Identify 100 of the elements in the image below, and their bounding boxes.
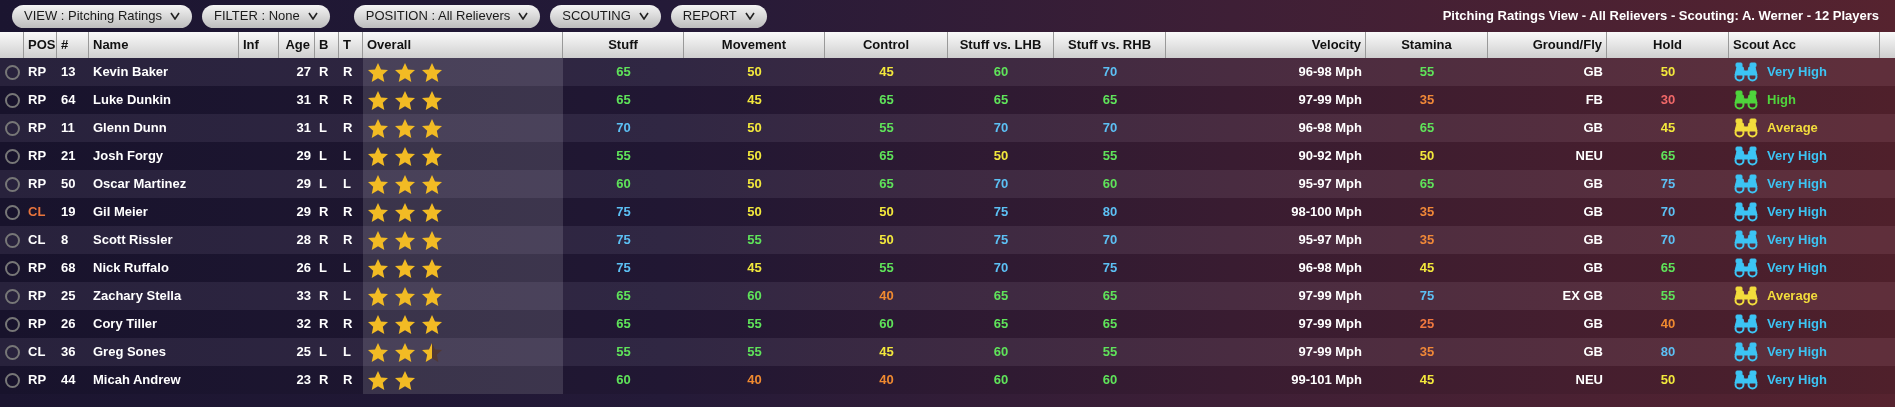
rating-value: 75 [616,231,631,250]
rating-value: 55 [747,343,762,362]
player-row[interactable]: RP 64 Luke Dunkin 31 R R 65 45 65 65 65 97-99 Mph 35 FB 30 High [0,86,1895,114]
dropdown-menu[interactable]: POSITION : All Relievers [353,4,541,28]
position-text: RP [28,371,47,390]
radio-button[interactable] [4,64,20,80]
rating-value: 65 [993,287,1009,306]
radio-button[interactable] [4,148,20,164]
bats-text: L [319,259,327,278]
rating-value: 65 [616,287,631,306]
ground-fly-text: GB [1583,119,1603,138]
rating-value: 70 [993,119,1009,138]
dropdown-menu[interactable]: FILTER : None [202,4,330,28]
dropdown-menu[interactable]: REPORT [670,4,767,28]
column-header[interactable]: Movement [684,32,825,58]
position-text: RP [28,119,47,138]
player-row[interactable]: RP 50 Oscar Martinez 29 L L 60 50 65 70 60 95-97 Mph 65 GB 75 Very High [0,170,1895,198]
player-row[interactable]: RP 68 Nick Ruffalo 26 L L 75 45 55 70 75 96-98 Mph 45 GB 65 Very High [0,254,1895,282]
hold-value: 75 [1660,175,1676,194]
player-name[interactable]: Luke Dunkin [93,90,171,110]
player-name[interactable]: Cory Tiller [93,314,158,334]
player-row[interactable]: CL 19 Gil Meier 29 R R 75 50 50 75 80 98-100 Mph 35 GB 70 Very High [0,198,1895,226]
player-row[interactable]: RP 11 Glenn Dunn 31 L R 70 50 55 70 70 96-98 Mph 65 GB 45 Average [0,114,1895,142]
jersey-number: 36 [61,343,76,362]
dropdown-menu[interactable]: VIEW : Pitching Ratings [12,4,192,28]
player-row[interactable]: RP 44 Micah Andrew 23 R R 60 40 40 60 60 99-101 Mph 45 NEU 50 Very High [0,366,1895,394]
player-name[interactable]: Josh Forgy [93,146,164,166]
stamina-value: 35 [1419,91,1435,110]
column-header[interactable]: Stuff [563,32,684,58]
player-name[interactable]: Greg Sones [93,342,166,362]
stamina-value: 65 [1419,175,1435,194]
radio-button[interactable] [4,316,20,332]
player-name[interactable]: Scott Rissler [93,230,173,250]
player-name[interactable]: Gil Meier [93,202,148,222]
column-header[interactable]: Name [89,32,239,58]
column-header[interactable]: Scout Acc [1729,32,1880,58]
bats-text: R [319,287,329,306]
radio-button[interactable] [4,92,20,108]
star-icon [394,257,416,279]
hold-value: 70 [1660,203,1676,222]
star-icon [367,89,389,111]
velocity-text: 96-98 Mph [1298,259,1362,278]
column-header[interactable]: Ground/Fly [1488,32,1607,58]
throws-text: R [343,91,353,110]
column-header[interactable]: T [339,32,363,58]
star-icon [421,257,443,279]
column-header[interactable]: Overall [363,32,563,58]
radio-button[interactable] [4,288,20,304]
dropdown-menu[interactable]: SCOUTING [550,4,661,28]
column-header[interactable]: Age [279,32,315,58]
column-header[interactable]: Hold [1607,32,1729,58]
radio-button[interactable] [4,260,20,276]
rating-value: 60 [1102,371,1118,390]
column-header[interactable]: Velocity [1166,32,1366,58]
age-text: 31 [296,91,311,110]
player-row[interactable]: RP 21 Josh Forgy 29 L L 55 50 65 50 55 90-92 Mph 50 NEU 65 Very High [0,142,1895,170]
radio-button[interactable] [4,232,20,248]
bats-text: R [319,203,329,222]
rating-value: 65 [879,175,894,194]
player-name[interactable]: Zachary Stella [93,286,182,306]
scout-accuracy: Very High [1767,371,1827,390]
radio-button[interactable] [4,344,20,360]
column-header[interactable]: POS [24,32,57,58]
star-icon [421,145,443,167]
radio-button[interactable] [4,176,20,192]
column-header[interactable]: # [57,32,89,58]
player-row[interactable]: CL 36 Greg Sones 25 L L 55 55 45 60 55 97-99 Mph 35 GB 80 Very High [0,338,1895,366]
age-text: 23 [296,371,311,390]
view-summary: Pitching Ratings View - All Relievers - Scouting: A. Werner - 12 Players [1442,7,1879,26]
column-header[interactable]: Stuff vs. RHB [1054,32,1166,58]
rating-value: 50 [747,175,762,194]
rating-value: 45 [747,259,762,278]
player-name[interactable]: Nick Ruffalo [93,258,169,278]
rating-value: 65 [993,315,1009,334]
player-name[interactable]: Oscar Martinez [93,174,187,194]
column-header[interactable]: Inf [239,32,279,58]
player-name[interactable]: Glenn Dunn [93,118,167,138]
star-icon [421,61,443,83]
column-header[interactable]: Control [825,32,948,58]
player-row[interactable]: CL 8 Scott Rissler 28 R R 75 55 50 75 70 95-97 Mph 35 GB 70 Very High [0,226,1895,254]
player-row[interactable]: RP 25 Zachary Stella 33 R L 65 60 40 65 65 97-99 Mph 75 EX GB 55 Average [0,282,1895,310]
age-text: 29 [296,175,311,194]
position-text: RP [28,315,47,334]
throws-text: L [343,147,351,166]
player-name[interactable]: Micah Andrew [93,370,181,390]
rating-value: 45 [747,91,762,110]
player-name[interactable]: Kevin Baker [93,62,169,82]
player-row[interactable]: RP 26 Cory Tiller 32 R R 65 55 60 65 65 97-99 Mph 25 GB 40 Very High [0,310,1895,338]
star-icon [394,369,416,391]
rating-value: 75 [1102,259,1118,278]
player-row[interactable]: RP 13 Kevin Baker 27 R R 65 50 45 60 70 96-98 Mph 55 GB 50 Very High [0,58,1895,86]
column-header[interactable]: Stamina [1366,32,1488,58]
radio-button[interactable] [4,120,20,136]
column-header[interactable]: Stuff vs. LHB [948,32,1054,58]
velocity-text: 95-97 Mph [1298,175,1362,194]
radio-button[interactable] [4,204,20,220]
radio-button[interactable] [4,372,20,388]
column-header[interactable]: B [315,32,339,58]
star-icon [394,201,416,223]
half-star-icon [421,341,443,363]
